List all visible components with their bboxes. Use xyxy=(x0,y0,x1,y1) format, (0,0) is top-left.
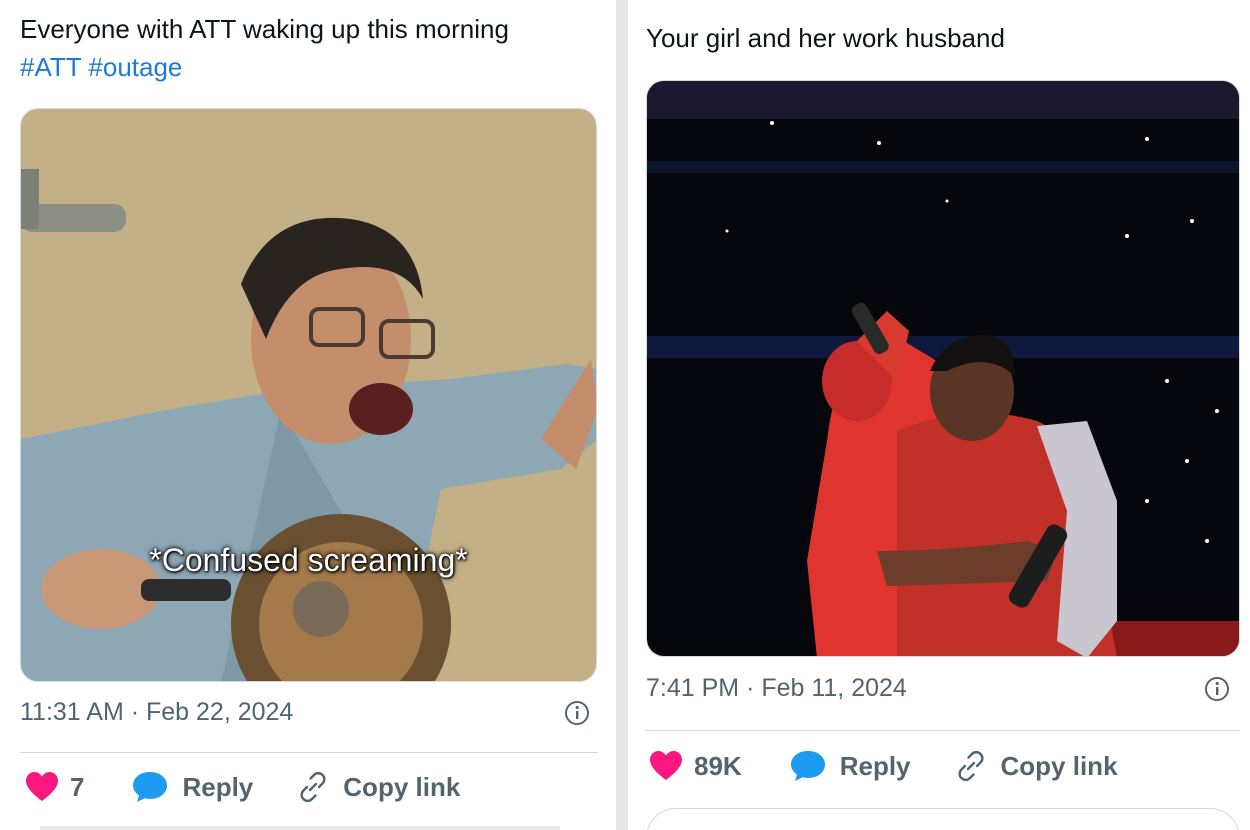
tweet-actions: 7 Reply Copy link xyxy=(20,771,460,803)
tweet-meta: 7:41 PM · Feb 11, 2024 xyxy=(646,674,1230,703)
like-count: 89K xyxy=(694,750,742,781)
heart-icon xyxy=(26,772,58,801)
reply-button[interactable]: Reply xyxy=(132,771,253,803)
copy-link-label: Copy link xyxy=(343,771,461,802)
tweet-timestamp[interactable]: 11:31 AM · Feb 22, 2024 xyxy=(20,698,293,727)
like-button[interactable]: 89K xyxy=(650,751,742,782)
hashtag-att[interactable]: #ATT xyxy=(20,52,81,82)
info-icon[interactable] xyxy=(1204,676,1230,702)
reply-label: Reply xyxy=(839,750,911,781)
tweet-body: Your girl and her work husband xyxy=(646,23,1005,53)
tweet-text: Everyone with ATT waking up this morning… xyxy=(20,10,600,86)
info-icon[interactable] xyxy=(564,700,590,726)
tweet-body: Everyone with ATT waking up this morning xyxy=(20,14,509,44)
reply-bubble-icon xyxy=(133,772,168,802)
tweet-actions: 89K Reply Copy link xyxy=(646,750,1118,782)
tweet-meta: 11:31 AM · Feb 22, 2024 xyxy=(20,698,590,727)
tweet-media-image[interactable]: *Confused screaming* xyxy=(20,108,597,682)
tweet-timestamp[interactable]: 7:41 PM · Feb 11, 2024 xyxy=(646,674,907,703)
confused-man-photo xyxy=(21,109,596,681)
heart-icon xyxy=(650,751,682,780)
panel-divider xyxy=(616,0,628,830)
copy-link-button[interactable]: Copy link xyxy=(955,750,1118,782)
link-icon xyxy=(957,750,984,782)
reply-button[interactable]: Reply xyxy=(790,750,911,782)
separator xyxy=(20,752,598,753)
media-caption: *Confused screaming* xyxy=(149,542,468,578)
like-button[interactable]: 7 xyxy=(26,772,84,803)
like-count: 7 xyxy=(70,771,85,802)
hashtag-outage[interactable]: #outage xyxy=(88,52,182,82)
copy-link-label: Copy link xyxy=(1000,750,1118,781)
copy-link-button[interactable]: Copy link xyxy=(297,771,460,803)
separator xyxy=(646,730,1240,731)
reply-bubble-icon xyxy=(790,751,825,781)
tweet-media-video[interactable] xyxy=(646,80,1240,657)
tweet-right: Your girl and her work husband 7:41 PM ·… xyxy=(628,0,1250,830)
performers-hug-photo xyxy=(647,81,1239,656)
next-card-edge xyxy=(40,826,560,830)
tweet-left: Everyone with ATT waking up this morning… xyxy=(0,0,616,830)
read-replies-button[interactable] xyxy=(646,808,1240,830)
link-icon xyxy=(300,771,326,803)
reply-label: Reply xyxy=(182,771,254,802)
